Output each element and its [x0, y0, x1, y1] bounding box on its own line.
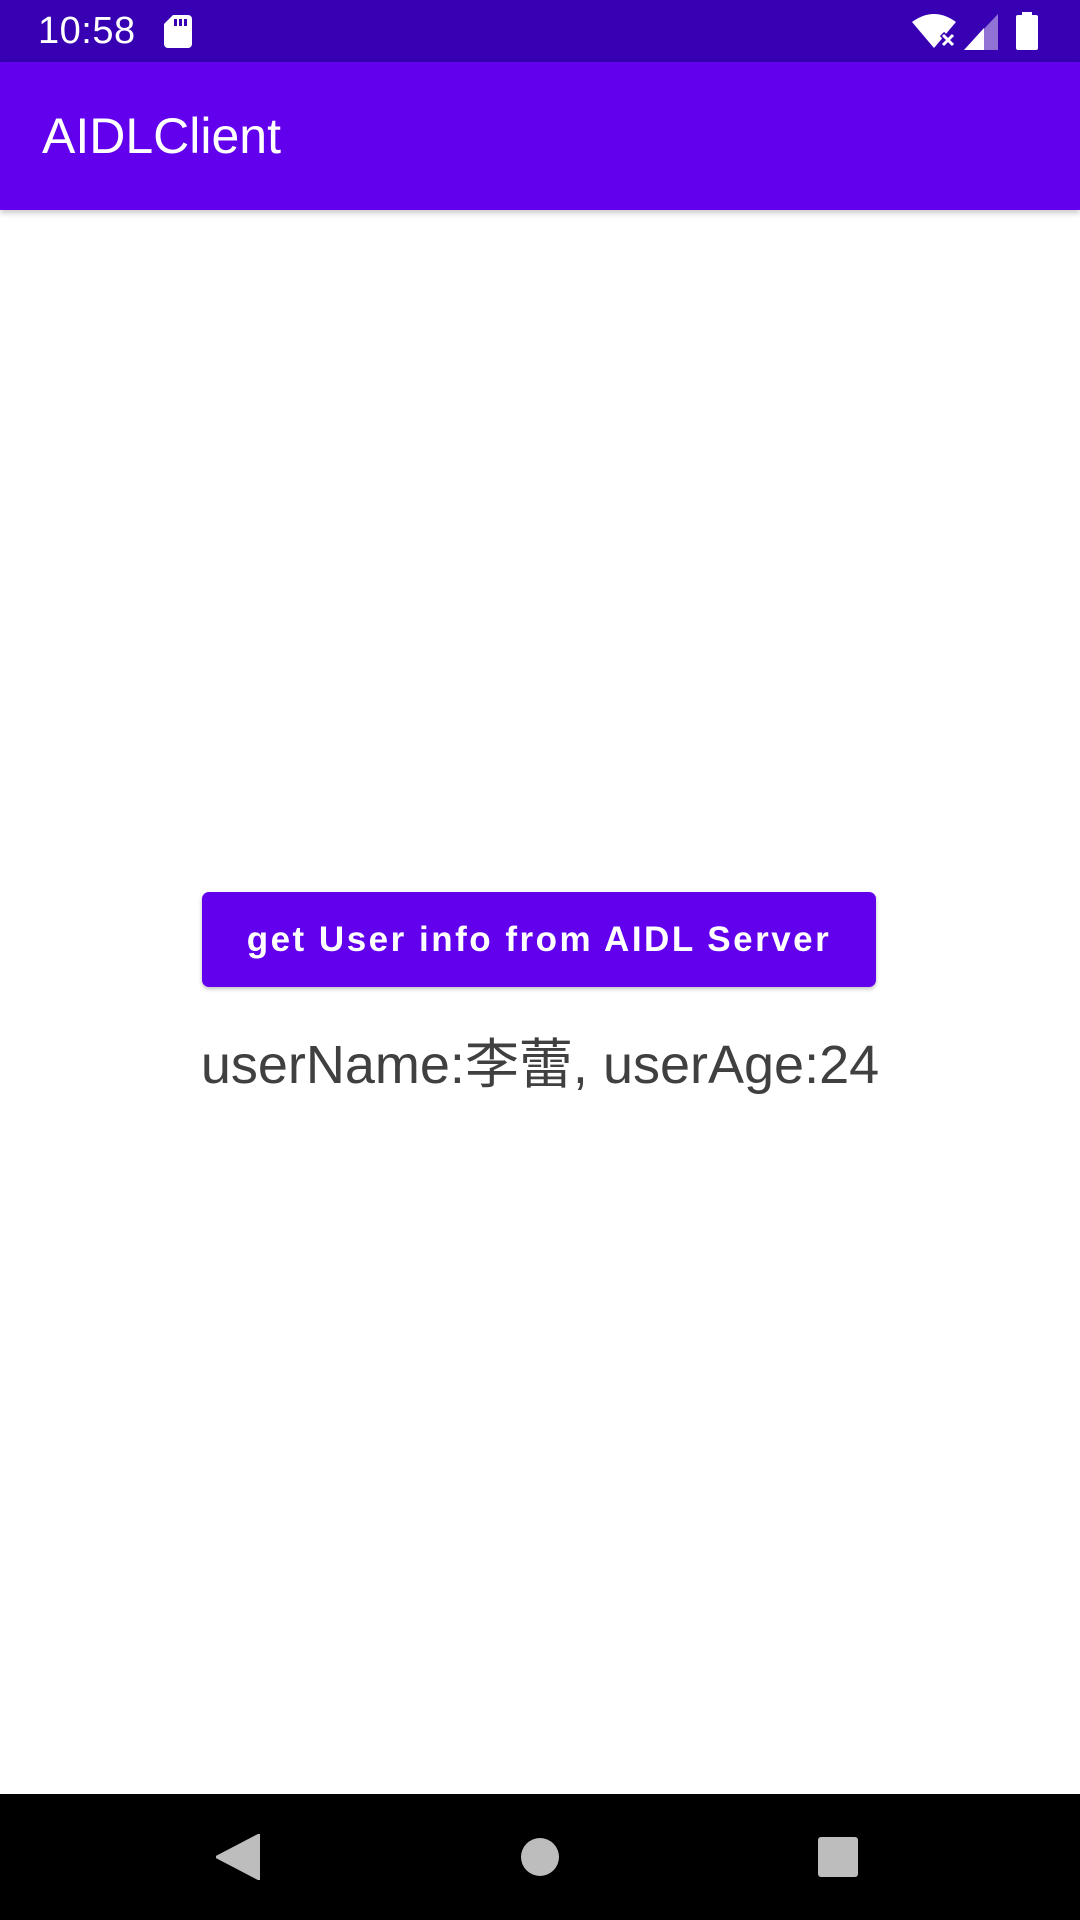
battery-icon [1016, 12, 1038, 50]
wifi-icon [912, 14, 956, 49]
main-content: get User info from AIDL Server userName:… [0, 210, 1080, 1794]
recents-icon[interactable] [818, 1837, 858, 1877]
user-info-text: userName:李蕾, userAge:24 [200, 1035, 880, 1095]
sd-card-icon [164, 15, 192, 48]
home-icon[interactable] [520, 1837, 560, 1877]
status-bar: 10:58 [0, 0, 1080, 62]
app-bar: AIDLClient [0, 62, 1080, 210]
get-user-info-button[interactable]: get User info from AIDL Server [202, 892, 876, 987]
signal-icon [964, 14, 998, 50]
navigation-bar [0, 1794, 1080, 1920]
status-time: 10:58 [38, 10, 136, 52]
back-icon[interactable] [216, 1834, 260, 1880]
app-title: AIDLClient [42, 108, 281, 164]
